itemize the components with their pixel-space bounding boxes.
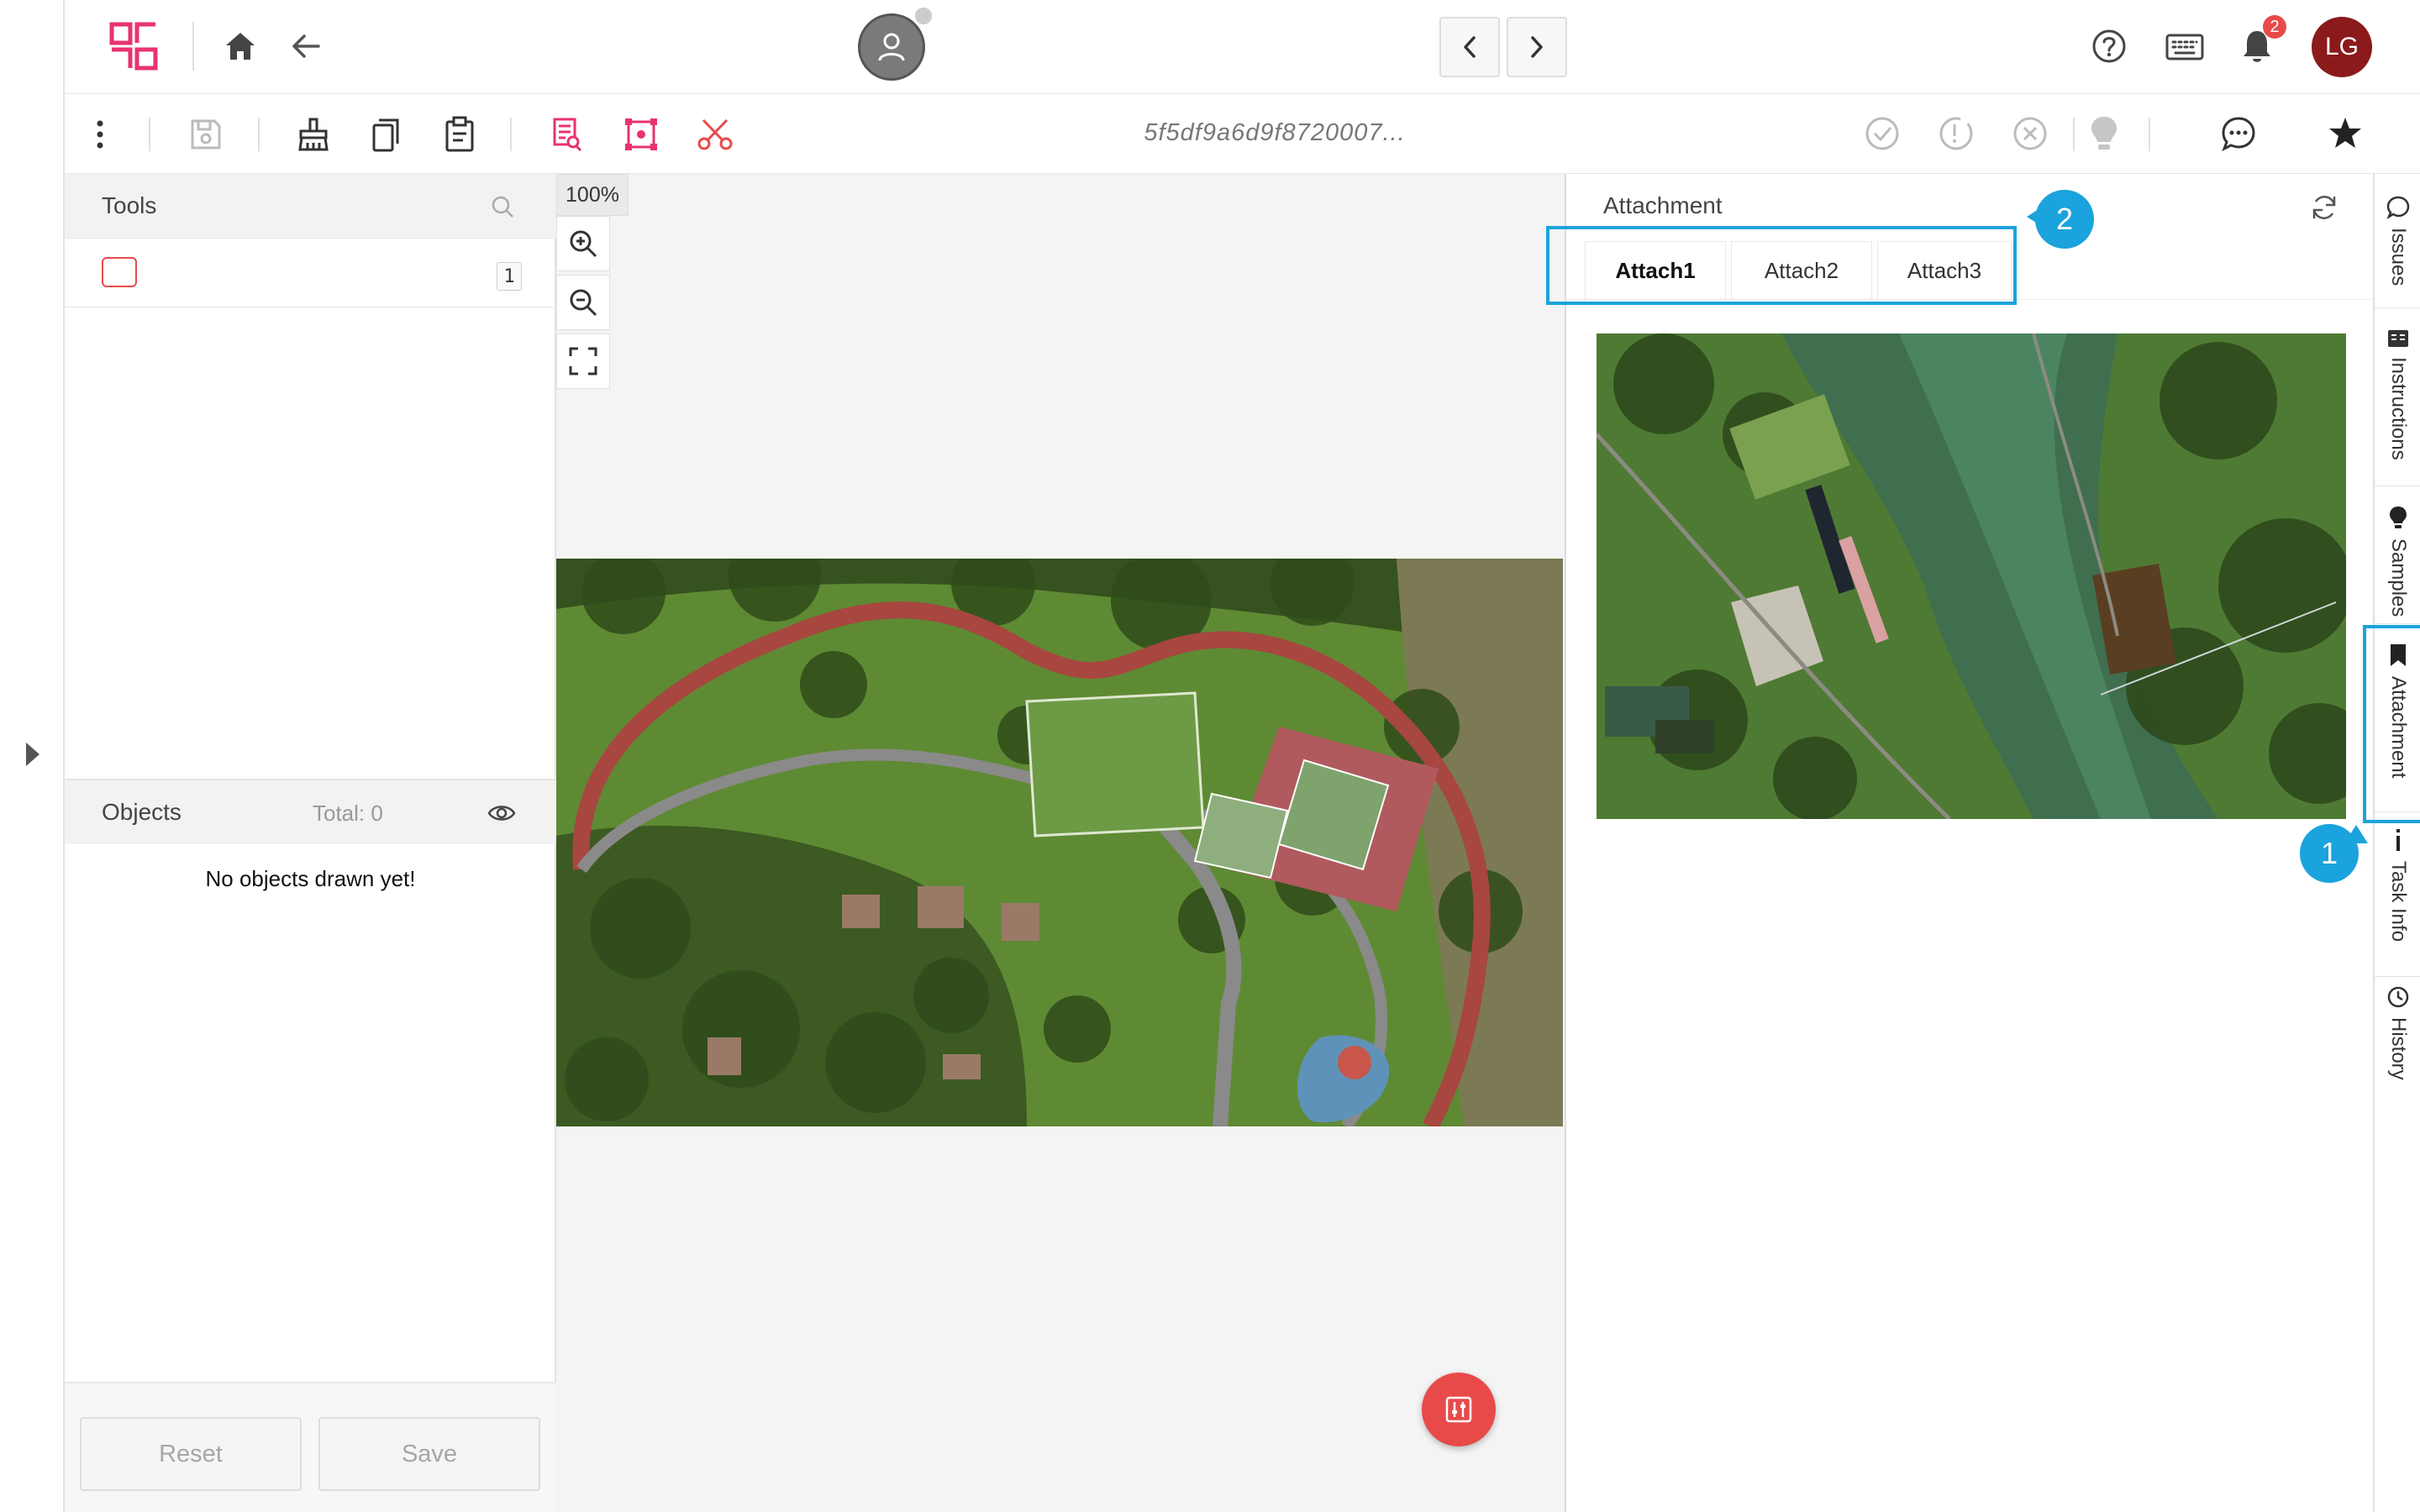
zoom-out-button[interactable] [556,275,610,330]
rail-item-issues[interactable]: Issues [2375,174,2420,308]
tools-title: Tools [102,192,157,218]
divider [149,118,150,151]
save-button[interactable]: Save [318,1417,540,1491]
adjust-settings-button[interactable] [1422,1373,1496,1446]
clear-brush-icon[interactable] [293,114,334,155]
objects-header: Objects Total: 0 [65,779,556,843]
left-collapse-strip [0,0,65,1512]
attachment-header: Attachment Attach1 Attach2 Attach3 [1546,174,2373,305]
rail-label-task-info: Task Info [2387,861,2410,942]
tool-shortcut-badge: 1 [497,262,522,291]
help-icon[interactable] [2090,27,2128,66]
rail-item-history[interactable]: History [2375,977,2420,1120]
attachment-title: Attachment [1603,192,1723,218]
more-vertical-icon[interactable] [92,116,108,153]
zoom-in-button[interactable] [556,216,610,271]
notification-count-badge: 2 [2263,15,2286,39]
bulb-icon [2390,507,2407,528]
divider [192,22,194,71]
callout-badge-2: 2 [2035,190,2094,249]
clock-icon [2387,986,2409,1008]
home-icon[interactable] [221,27,260,66]
star-icon[interactable] [2325,113,2365,153]
panel-footer: Reset Save [65,1382,556,1512]
aerial-park-image [556,559,1563,1126]
attachment-image [1597,333,2346,819]
status-dot [913,5,934,27]
user-avatar[interactable]: LG [2312,17,2372,77]
image-canvas[interactable]: 100% [556,174,1565,1512]
top-navigation-bar: 2 LG [65,0,2420,94]
copy-icon[interactable] [367,114,404,155]
book-icon [2388,330,2408,347]
expand-panel-icon[interactable] [17,739,47,769]
right-sidebar-rail: Issues Instructions Samples Attachment T… [2373,174,2420,1512]
back-arrow-icon[interactable] [288,29,324,64]
visibility-eye-icon[interactable] [487,801,517,826]
rectangle-tool-icon [102,257,137,287]
rail-item-instructions[interactable]: Instructions [2375,308,2420,486]
comments-icon[interactable] [2219,114,2258,153]
select-inspect-icon[interactable] [549,114,586,155]
divider [510,118,512,151]
rail-label-samples: Samples [2387,538,2410,617]
bounding-box-icon[interactable] [621,114,661,155]
fit-screen-button[interactable] [556,333,610,389]
reset-button[interactable]: Reset [80,1417,302,1491]
next-task-button[interactable] [1507,17,1567,77]
rail-label-instructions: Instructions [2387,357,2410,460]
objects-title: Objects [102,799,182,825]
info-icon [2396,829,2400,851]
keyboard-icon[interactable] [2164,30,2206,64]
zoom-level-label: 100% [556,174,629,216]
tools-panel: Tools 1 Objects Total: 0 No objects draw… [65,174,556,1512]
rail-label-issues: Issues [2387,228,2410,286]
flag-issue-icon[interactable] [1937,114,1975,153]
reject-x-icon[interactable] [2011,114,2049,153]
divider [258,118,260,151]
hint-bulb-icon[interactable] [2085,113,2123,155]
objects-empty-message: No objects drawn yet! [205,866,416,891]
prev-task-button[interactable] [1439,17,1500,77]
approve-check-icon[interactable] [1863,114,1902,153]
editor-toolbar: 5f5df9a6d9f8720007... [65,94,2420,174]
attachment-rail-highlight [2363,625,2420,823]
rail-item-task-info[interactable]: Task Info [2375,812,2420,977]
rail-label-history: History [2387,1017,2410,1080]
search-icon[interactable] [488,192,517,221]
app-logo-icon[interactable] [107,21,160,71]
task-id-label: 5f5df9a6d9f8720007... [1144,119,1406,146]
tools-header: Tools [65,174,556,239]
tabs-highlight-box [1546,226,2017,305]
rail-item-samples[interactable]: Samples [2375,486,2420,624]
chat-icon [2386,196,2410,219]
paste-icon[interactable] [441,113,478,155]
refresh-icon[interactable] [2307,191,2341,224]
divider [2149,118,2150,151]
callout-badge-1: 1 [2300,824,2359,883]
divider [2073,118,2075,151]
cut-scissors-icon[interactable] [695,114,735,155]
attachment-panel: Attachment Attach1 Attach2 Attach3 [1546,174,2373,1512]
save-disk-icon[interactable] [187,116,224,153]
tool-item[interactable]: 1 [65,239,556,307]
objects-total: Total: 0 [313,801,383,826]
